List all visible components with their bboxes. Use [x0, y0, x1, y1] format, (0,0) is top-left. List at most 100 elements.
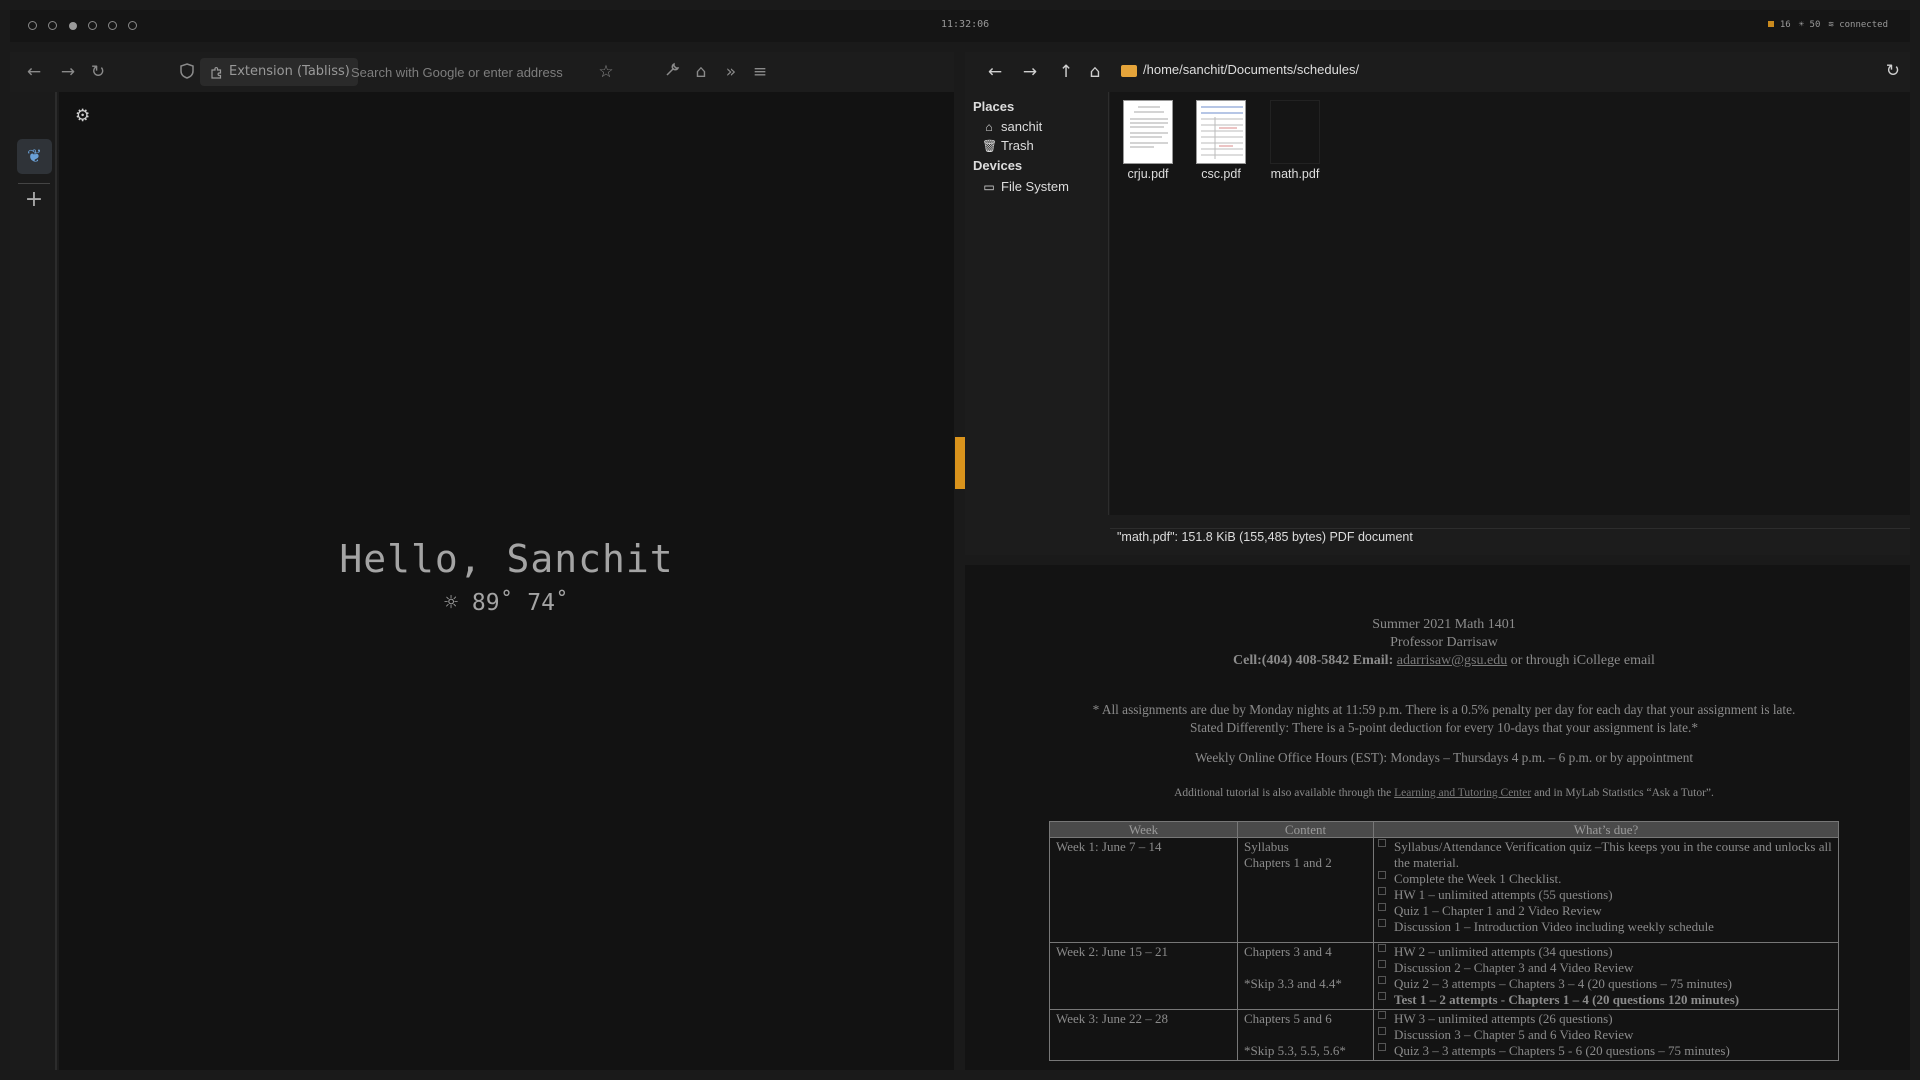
file-manager-toolbar: ← → ↑ ⌂ /home/sanchit/Documents/schedule… — [965, 52, 1910, 90]
gear-icon[interactable]: ⚙ — [75, 106, 90, 126]
brightness-indicator: ☀ 50 — [1799, 20, 1821, 30]
list-item: Discussion 1 – Introduction Video includ… — [1378, 919, 1832, 935]
office-hours: Weekly Online Office Hours (EST): Monday… — [1194, 750, 1694, 765]
bookmark-star-icon[interactable]: ☆ — [596, 62, 616, 82]
workspace-5[interactable] — [108, 21, 117, 30]
home-button[interactable]: ⌂ — [1085, 62, 1105, 82]
list-item: Quiz 2 – 3 attempts – Chapters 3 – 4 (20… — [1378, 976, 1832, 992]
back-button[interactable]: ← — [985, 62, 1005, 82]
tutorial-note: Additional tutorial is also available th… — [1049, 787, 1839, 799]
checkbox-icon — [1378, 992, 1386, 1000]
status-bar: 11:32:06 16 ☀ 50 ≋ connected — [10, 10, 1910, 42]
battery-indicator: 16 — [1767, 20, 1791, 30]
device-label: File System — [1001, 179, 1069, 194]
new-tab-page: ⚙ Hello, Sanchit ☼ 89˚ 74˚ — [59, 92, 954, 1070]
file-name: math.pdf — [1270, 167, 1320, 181]
workspace-2[interactable] — [48, 21, 57, 30]
pdf-thumbnail — [1123, 100, 1173, 164]
location-path[interactable]: /home/sanchit/Documents/schedules/ — [1143, 62, 1359, 77]
tutoring-center-link[interactable]: Learning and Tutoring Center — [1394, 787, 1531, 799]
content-line: Chapters 1 and 2 — [1244, 855, 1332, 870]
due-text: Complete the Week 1 Checklist. — [1394, 871, 1562, 886]
week-cell: Week 1: June 7 – 14 — [1049, 837, 1238, 943]
drive-icon: ▭ — [983, 179, 995, 194]
week-cell: Week 3: June 22 – 28 — [1049, 1009, 1238, 1061]
pdf-thumbnail — [1270, 100, 1320, 164]
list-item: Quiz 3 – 3 attempts – Chapters 5 - 6 (20… — [1378, 1043, 1832, 1059]
contact-line: Cell:(404) 408-5842 Email: adarrisaw@gsu… — [1049, 653, 1839, 669]
list-item: Discussion 3 – Chapter 5 and 6 Video Rev… — [1378, 1027, 1832, 1043]
home-button[interactable]: ⌂ — [691, 62, 711, 82]
due-text: HW 3 – unlimited attempts (26 questions) — [1394, 1011, 1613, 1026]
puzzle-icon — [211, 66, 222, 79]
overflow-chevron-icon[interactable]: » — [721, 62, 741, 82]
extension-identity[interactable]: Extension (Tabliss) — [200, 58, 358, 86]
pdf-viewer[interactable]: Summer 2021 Math 1401 Professor Darrisaw… — [965, 565, 1910, 1070]
file-name: csc.pdf — [1201, 167, 1241, 181]
file-name: crju.pdf — [1127, 167, 1169, 181]
place-label: sanchit — [1001, 119, 1043, 134]
forward-button[interactable]: → — [58, 62, 78, 82]
clock: 11:32:06 — [941, 19, 990, 30]
weather-high: 89˚ — [471, 590, 514, 616]
back-button[interactable]: ← — [24, 62, 44, 82]
add-panel-button[interactable]: + — [24, 189, 44, 211]
reload-button[interactable]: ↻ — [88, 62, 108, 82]
shield-icon[interactable] — [180, 63, 196, 81]
list-item: Complete the Week 1 Checklist. — [1378, 871, 1832, 887]
browser-toolbar: ← → ↻ Extension (Tabliss) ☆ ⌂ » ≡ — [10, 52, 954, 92]
devices-heading: Devices — [973, 158, 1023, 173]
column-header: What’s due? — [1373, 821, 1839, 838]
sun-icon: ☼ — [444, 590, 459, 616]
refresh-button[interactable]: ↻ — [1886, 61, 1900, 81]
file-item[interactable]: crju.pdf — [1113, 92, 1183, 181]
content-line: Chapters 3 and 4 — [1244, 944, 1332, 959]
contact-suffix: or through iCollege email — [1507, 653, 1655, 668]
status-divider — [1110, 528, 1910, 529]
wrench-icon[interactable] — [662, 62, 682, 82]
content-cell: Chapters 5 and 6 *Skip 5.3, 5.5, 5.6* — [1237, 1009, 1374, 1061]
late-policy: * All assignments are due by Monday nigh… — [1092, 702, 1796, 717]
checkbox-icon — [1378, 871, 1386, 879]
forward-button[interactable]: → — [1020, 62, 1040, 82]
email-link[interactable]: adarrisaw@gsu.edu — [1397, 653, 1507, 668]
address-input[interactable] — [351, 58, 631, 86]
weather-widget: ☼ 89˚ 74˚ — [59, 590, 954, 616]
workspace-1[interactable] — [28, 21, 37, 30]
weather-low: 74˚ — [527, 590, 569, 616]
professor-name: Professor Darrisaw — [1390, 635, 1498, 650]
checkbox-icon — [1378, 1043, 1386, 1051]
checkbox-icon — [1378, 887, 1386, 895]
workspace-3[interactable] — [69, 22, 77, 30]
due-text: HW 2 – unlimited attempts (34 questions) — [1394, 944, 1613, 959]
browser-window: ← → ↻ Extension (Tabliss) ☆ ⌂ » ≡ ❦ + ⚙ … — [10, 52, 954, 1070]
content-line: *Skip 5.3, 5.5, 5.6* — [1244, 1043, 1346, 1058]
due-text: Discussion 2 – Chapter 3 and 4 Video Rev… — [1394, 960, 1634, 975]
workspace-4[interactable] — [88, 21, 97, 30]
due-text: Discussion 3 – Chapter 5 and 6 Video Rev… — [1394, 1027, 1634, 1042]
checkbox-icon — [1378, 944, 1386, 952]
content-cell: Chapters 3 and 4 *Skip 3.3 and 4.4* — [1237, 942, 1374, 1010]
table-row: Week 2: June 15 – 21 Chapters 3 and 4 *S… — [1049, 942, 1839, 1010]
checkbox-icon — [1378, 1011, 1386, 1019]
extension-sidebar: ❦ + — [10, 92, 57, 1070]
place-item-trash[interactable]: 🗑 Trash — [982, 138, 1034, 153]
menu-button[interactable]: ≡ — [750, 62, 770, 82]
list-item: HW 3 – unlimited attempts (26 questions) — [1378, 1011, 1832, 1027]
contact-prefix: Cell:(404) 408-5842 Email: — [1233, 653, 1394, 668]
schedule-table: Week Content What’s due? Week 1: June 7 … — [1049, 821, 1839, 1061]
week-cell: Week 2: June 15 – 21 — [1049, 942, 1238, 1010]
up-button[interactable]: ↑ — [1056, 62, 1076, 82]
due-text: Syllabus/Attendance Verification quiz –T… — [1394, 839, 1832, 870]
file-item[interactable]: csc.pdf — [1186, 92, 1256, 181]
content-cell: Syllabus Chapters 1 and 2 — [1237, 837, 1374, 943]
tabliss-icon[interactable]: ❦ — [17, 139, 52, 174]
content-line: Chapters 5 and 6 — [1244, 1011, 1332, 1026]
due-text: Discussion 1 – Introduction Video includ… — [1394, 919, 1714, 934]
workspace-6[interactable] — [128, 21, 137, 30]
due-text: HW 1 – unlimited attempts (55 questions) — [1394, 887, 1613, 902]
column-header: Week — [1049, 821, 1238, 838]
file-item-selected[interactable]: math.pdf — [1260, 92, 1330, 181]
device-item-filesystem[interactable]: ▭ File System — [982, 179, 1069, 194]
place-item-home[interactable]: ⌂ sanchit — [982, 119, 1042, 134]
